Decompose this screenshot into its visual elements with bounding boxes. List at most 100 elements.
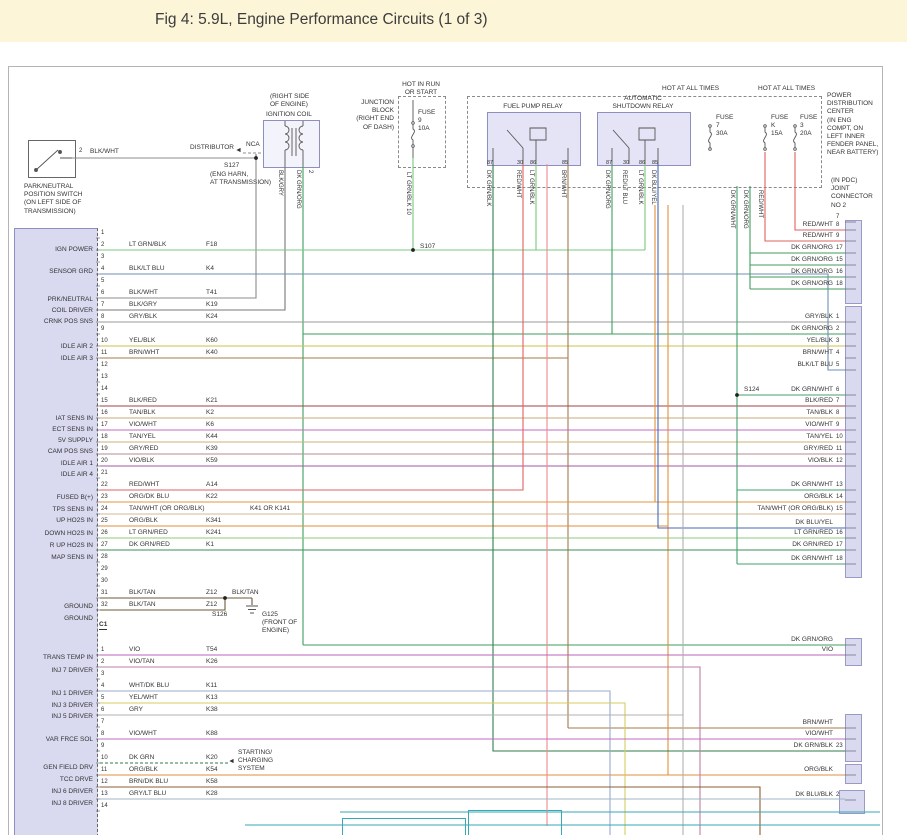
pin-number: 27 bbox=[101, 542, 108, 549]
pcm-function-label: PRK/NEUTRAL bbox=[10, 296, 93, 304]
circuit-code: T41 bbox=[206, 289, 217, 297]
wire-color-label: VIO/WHT bbox=[703, 730, 833, 738]
wire-color-label: ORG/BLK bbox=[129, 766, 158, 774]
ignition-coil-box bbox=[263, 120, 320, 168]
wire-color-label-vertical: DK GRN/BLK bbox=[484, 170, 491, 206]
wire-color-label-vertical: LT GRN/BLK bbox=[636, 170, 643, 204]
pin-number: 12 bbox=[836, 458, 843, 465]
splice-s127-label: S127 bbox=[224, 162, 239, 170]
pin-number: 19 bbox=[101, 446, 108, 453]
pin-number: 5 bbox=[836, 362, 839, 369]
wire-color-label: DK GRN/ORG bbox=[703, 256, 833, 264]
pcm-function-label: IDLE AIR 4 bbox=[10, 471, 93, 479]
pin-number: 12 bbox=[101, 362, 108, 369]
pcm-function-label: TPS SENS IN bbox=[10, 506, 93, 514]
pin-number: 5 bbox=[101, 695, 104, 702]
right-connector-strip bbox=[845, 764, 862, 784]
circuit-code: F18 bbox=[206, 241, 217, 249]
wire-color-label: DK GRN bbox=[129, 754, 154, 762]
hot-at-all-times-label-1: HOT AT ALL TIMES bbox=[662, 85, 719, 93]
wire-color-label: GRY/BLK bbox=[129, 313, 157, 321]
pcm-function-label: CRNK POS SNS bbox=[10, 318, 93, 326]
pin-number: 22 bbox=[101, 482, 108, 489]
pin-number: 17 bbox=[836, 245, 843, 252]
wire-color-label: VIO/WHT bbox=[703, 421, 833, 429]
fuse-7-label: FUSE730A bbox=[716, 114, 733, 139]
ignition-coil-label: IGNITION COIL bbox=[266, 111, 312, 119]
pin-number: 17 bbox=[101, 422, 108, 429]
pin-number: 14 bbox=[836, 494, 843, 501]
pcm-function-label: 5V SUPPLY bbox=[10, 437, 93, 445]
wire-color-label: LT GRN/RED bbox=[129, 529, 168, 537]
wire-color-label: VIO bbox=[129, 646, 140, 654]
wire-color-label-vertical: RED/WHT bbox=[514, 170, 521, 198]
wire-color-label: GRY/BLK bbox=[703, 313, 833, 321]
wire-color-label: BRN/DK BLU bbox=[129, 778, 168, 786]
wire-color-label: DK GRN/RED bbox=[129, 541, 170, 549]
pcm-function-label: IGN POWER bbox=[10, 246, 93, 254]
wire-color-label: BLK/WHT bbox=[90, 148, 119, 156]
wire-color-label: TAN/YEL bbox=[703, 433, 833, 441]
circuit-code: K11 bbox=[206, 682, 217, 690]
pin-number: 8 bbox=[836, 410, 839, 417]
pcm-function-label: R UP HO2S IN bbox=[10, 542, 93, 550]
bottom-component-box bbox=[468, 810, 562, 835]
connector-c1-label: C1 bbox=[99, 621, 107, 630]
wire-color-label: ORG/DK BLU bbox=[129, 493, 169, 501]
pcm-function-label: VAR FRCE SOL bbox=[10, 736, 93, 744]
park-neutral-switch-box bbox=[28, 140, 76, 178]
wire-color-label: ORG/BLK bbox=[703, 493, 833, 501]
wire-color-label-vertical: BRN/WHT bbox=[559, 170, 566, 198]
pin-number: 17 bbox=[836, 542, 843, 549]
pin-number: 14 bbox=[101, 386, 108, 393]
park-neutral-switch-label: PARK/NEUTRALPOSITION SWITCH(ON LEFT SIDE… bbox=[24, 183, 83, 216]
wire-color-label: BLK/WHT bbox=[129, 289, 158, 297]
circuit-code: K341 bbox=[206, 517, 221, 525]
pin-number: 18 bbox=[101, 434, 108, 441]
wire-color-label-vertical: DK GRN/ORG bbox=[294, 170, 301, 209]
pin-number: 23 bbox=[836, 743, 843, 750]
circuit-code: Z12 bbox=[206, 601, 217, 609]
pin-number: 1 bbox=[101, 230, 104, 237]
circuit-code: Z12 bbox=[206, 589, 217, 597]
pcm-function-label: IDLE AIR 1 bbox=[10, 460, 93, 468]
pin-number: 18 bbox=[836, 556, 843, 563]
wire-color-label: RED/WHT bbox=[129, 481, 159, 489]
pin-number: 8 bbox=[101, 314, 104, 321]
right-connector-strip bbox=[845, 306, 862, 578]
fuse-3-label: FUSE320A bbox=[800, 114, 817, 139]
pin-number: 13 bbox=[101, 374, 108, 381]
pcm-function-label: GROUND bbox=[10, 615, 93, 623]
pin-number: 1 bbox=[836, 314, 839, 321]
pcm-function-label: CAM POS SNS bbox=[10, 448, 93, 456]
pin-number: 6 bbox=[101, 290, 104, 297]
pin-number: 13 bbox=[836, 482, 843, 489]
pin-number: 13 bbox=[101, 791, 108, 798]
circuit-code: K60 bbox=[206, 337, 218, 345]
circuit-code: K20 bbox=[206, 754, 218, 762]
wire-color-label: ORG/BLK bbox=[129, 517, 158, 525]
wire-color-label: BLK/TAN bbox=[232, 589, 259, 597]
pin-number: 15 bbox=[101, 398, 108, 405]
wire-color-label: BLK/RED bbox=[129, 397, 157, 405]
joint-connector-text: (IN PDC)JOINTCONNECTORNO 2 bbox=[831, 177, 873, 210]
pin-number: 5 bbox=[101, 278, 104, 285]
pin-number: 32 bbox=[101, 602, 108, 609]
pin-number: 21 bbox=[101, 470, 108, 477]
wire-color-label: DK GRN/ORG bbox=[703, 268, 833, 276]
wire-color-label: TAN/YEL bbox=[129, 433, 156, 441]
pin-number: 16 bbox=[836, 269, 843, 276]
pin-number: 6 bbox=[836, 387, 839, 394]
figure-title: Fig 4: 5.9L, Engine Performance Circuits… bbox=[155, 11, 488, 29]
relay-terminal-number: 85 bbox=[652, 160, 658, 166]
pcm-function-label: COIL DRIVER bbox=[10, 307, 93, 315]
wire-color-label-vertical: DK GRN/WHT bbox=[728, 190, 735, 229]
circuit-code: K22 bbox=[206, 493, 218, 501]
wire-color-label: DK GRN/ORG bbox=[703, 244, 833, 252]
splice-s127-location: (ENG HARN,AT TRANSMISSION) bbox=[210, 171, 271, 187]
wiring-diagram-page: Fig 4: 5.9L, Engine Performance Circuits… bbox=[0, 0, 907, 835]
wire-color-label: TAN/BLK bbox=[129, 409, 156, 417]
wire-color-label: LT GRN/RED bbox=[703, 529, 833, 537]
pin-number: 9 bbox=[836, 233, 839, 240]
wire-color-label: TAN/BLK bbox=[703, 409, 833, 417]
